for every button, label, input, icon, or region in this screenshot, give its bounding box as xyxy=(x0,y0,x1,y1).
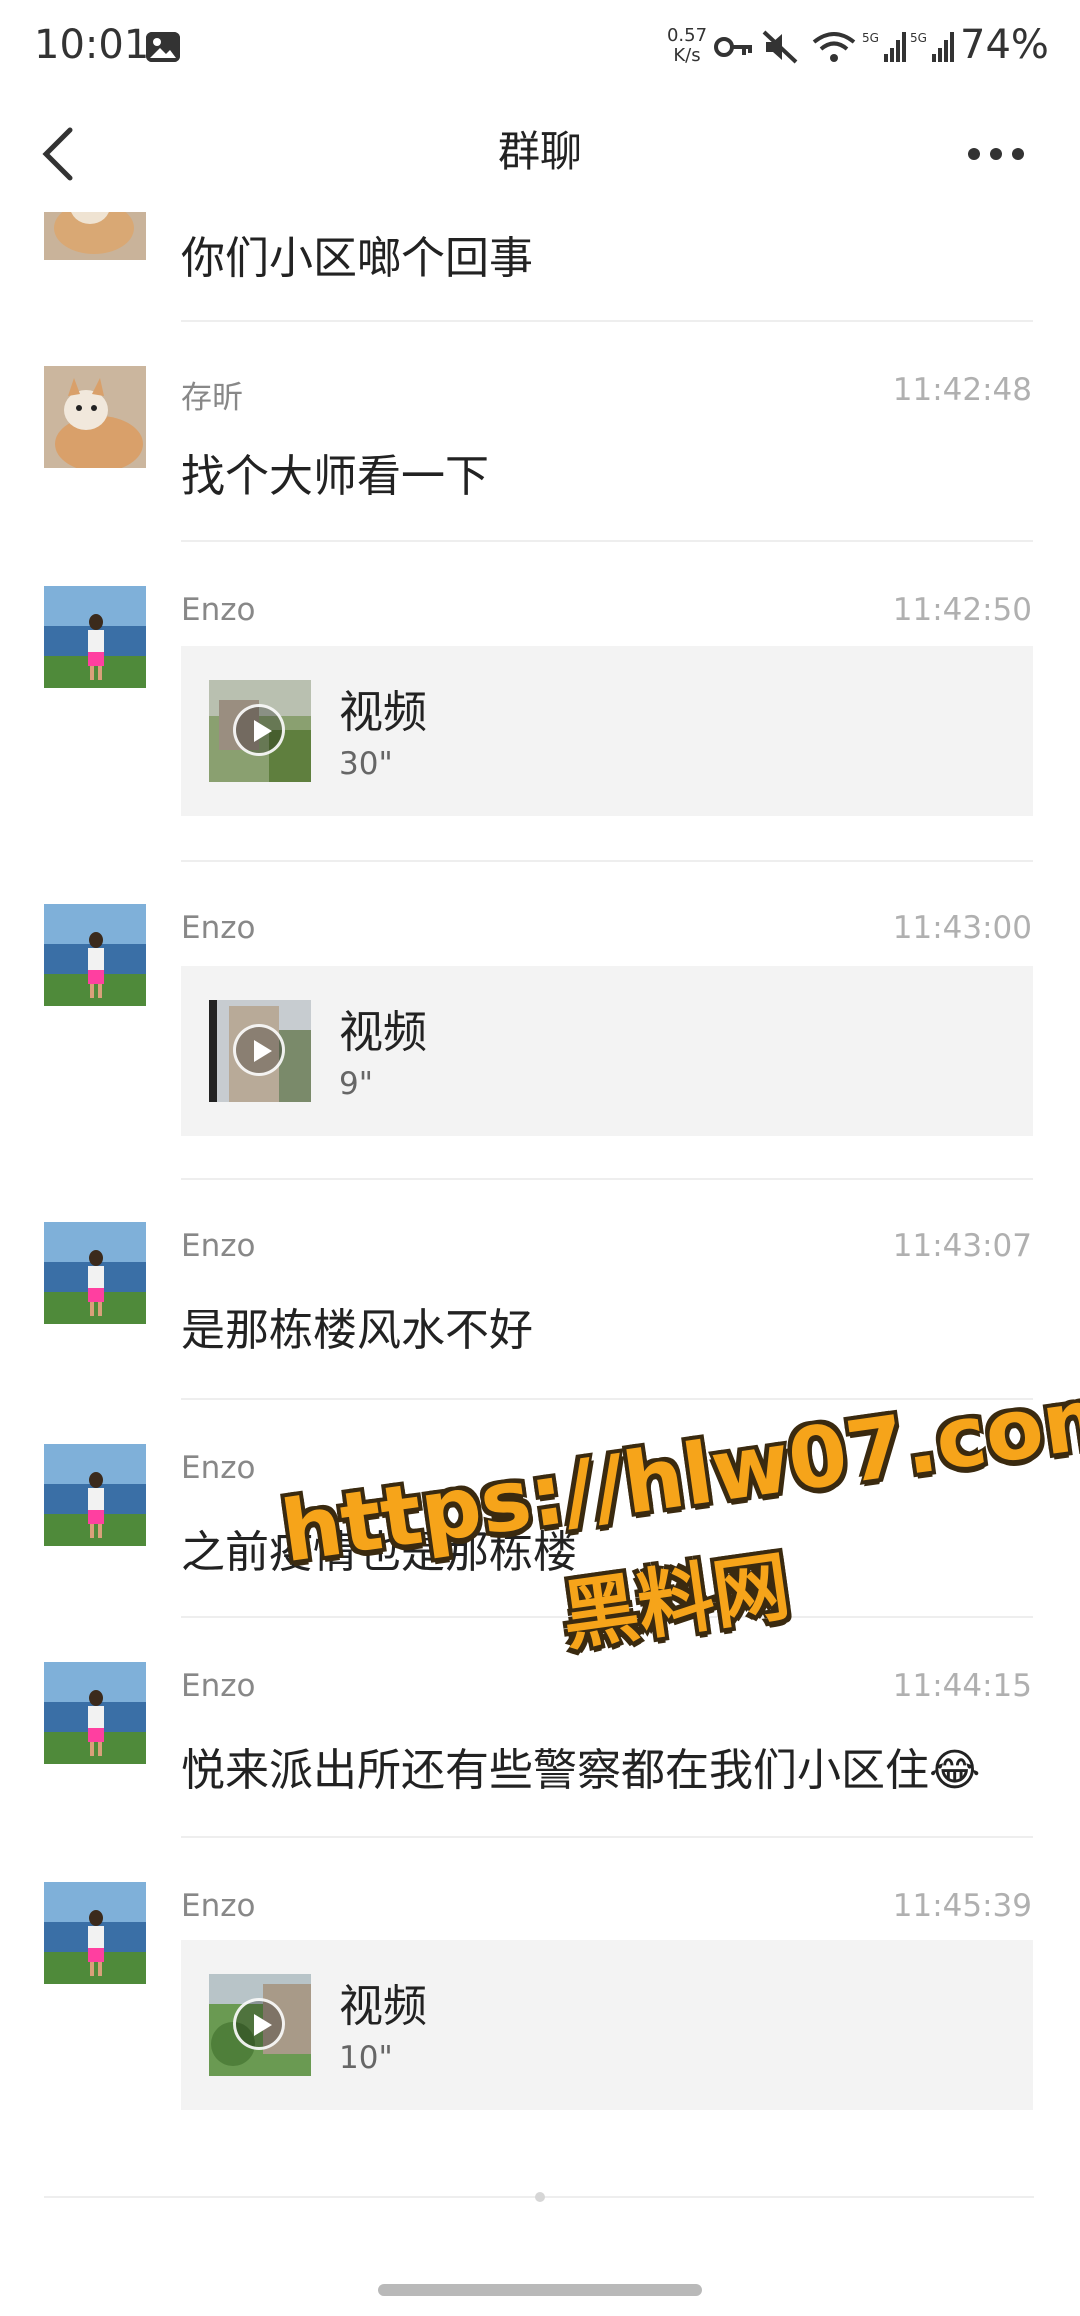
network-rate: 0.57 K/s xyxy=(660,26,714,66)
svg-text:5G: 5G xyxy=(910,31,927,45)
status-bar: 10:01 0.57 K/s 5G 5G 74% xyxy=(0,0,1080,96)
video-label: 视频 xyxy=(339,1981,427,2032)
avatar[interactable] xyxy=(44,1444,146,1546)
avatar[interactable] xyxy=(44,366,146,468)
mute-icon xyxy=(760,30,800,68)
home-indicator[interactable] xyxy=(378,2284,702,2296)
video-card[interactable]: 视频 9" xyxy=(181,966,1033,1136)
message-item[interactable]: Enzo 11:43:07 是那栋楼风水不好 xyxy=(0,1180,1080,1400)
avatar[interactable] xyxy=(44,1662,146,1764)
network-rate-unit: K/s xyxy=(673,45,701,66)
sender-name: 存昕 xyxy=(181,380,243,416)
message-time: 11:45:39 xyxy=(892,1888,1032,1924)
more-dots-icon xyxy=(968,148,1024,160)
message-time: 11:42:48 xyxy=(892,372,1032,408)
sender-name: Enzo xyxy=(181,592,256,628)
message-text: 你们小区啷个回事 xyxy=(181,233,533,284)
sender-name: Enzo xyxy=(181,910,256,946)
chat-header: 群聊 xyxy=(0,96,1080,212)
message-item[interactable]: Enzo 11:42:50 视频 30" xyxy=(0,542,1080,862)
message-item[interactable]: Enzo 11:44:15 悦来派出所还有些警察都在我们小区住😂 xyxy=(0,1618,1080,1838)
signal-5g-icon: 5G xyxy=(910,30,954,68)
svg-text:5G: 5G xyxy=(862,31,879,45)
page-title: 群聊 xyxy=(497,127,582,176)
signal-5g-icon: 5G xyxy=(862,30,906,68)
video-card[interactable]: 视频 30" xyxy=(181,646,1033,816)
wifi-icon xyxy=(812,30,856,68)
play-icon xyxy=(233,1998,285,2050)
avatar[interactable] xyxy=(44,904,146,1006)
message-time: 11:43:07 xyxy=(892,1228,1032,1264)
message-text: 是那栋楼风水不好 xyxy=(181,1305,533,1356)
avatar[interactable] xyxy=(44,1882,146,1984)
vpn-key-icon xyxy=(714,30,754,68)
message-time: 11:42:50 xyxy=(892,592,1032,628)
video-label: 视频 xyxy=(339,687,427,738)
message-item[interactable]: Enzo 之前疫情也是那栋楼 xyxy=(0,1400,1080,1618)
video-card[interactable]: 视频 10" xyxy=(181,1940,1033,2110)
message-item[interactable]: 你们小区啷个回事 xyxy=(0,212,1080,322)
video-thumbnail xyxy=(209,1000,311,1102)
scroll-indicator xyxy=(535,2192,545,2202)
video-duration: 10" xyxy=(339,2040,393,2076)
message-item[interactable]: 存昕 11:42:48 找个大师看一下 xyxy=(0,322,1080,542)
video-label: 视频 xyxy=(339,1007,427,1058)
sender-name: Enzo xyxy=(181,1668,256,1704)
message-time: 11:43:00 xyxy=(892,910,1032,946)
video-thumbnail xyxy=(209,680,311,782)
chat-screen: 10:01 0.57 K/s 5G 5G 74% 群聊 你们小区啷个回事 存昕 … xyxy=(0,0,1080,2316)
avatar[interactable] xyxy=(44,1222,146,1324)
gallery-icon xyxy=(146,32,180,62)
sender-name: Enzo xyxy=(181,1450,256,1486)
sender-name: Enzo xyxy=(181,1228,256,1264)
avatar[interactable] xyxy=(44,586,146,688)
message-time: 11:44:15 xyxy=(892,1668,1032,1704)
network-rate-value: 0.57 xyxy=(666,25,708,46)
play-icon xyxy=(233,704,285,756)
play-icon xyxy=(233,1024,285,1076)
message-text: 找个大师看一下 xyxy=(181,451,489,502)
more-button[interactable] xyxy=(960,124,1040,184)
message-text: 悦来派出所还有些警察都在我们小区住😂 xyxy=(181,1745,981,1796)
video-duration: 9" xyxy=(339,1066,373,1102)
message-item[interactable]: Enzo 11:45:39 视频 10" xyxy=(0,1838,1080,2158)
battery-level: 74% xyxy=(960,22,1049,68)
message-item[interactable]: Enzo 11:43:00 视频 9" xyxy=(0,862,1080,1180)
status-time: 10:01 xyxy=(34,22,150,68)
video-duration: 30" xyxy=(339,746,393,782)
sender-name: Enzo xyxy=(181,1888,256,1924)
message-text: 之前疫情也是那栋楼 xyxy=(181,1527,577,1578)
video-thumbnail xyxy=(209,1974,311,2076)
